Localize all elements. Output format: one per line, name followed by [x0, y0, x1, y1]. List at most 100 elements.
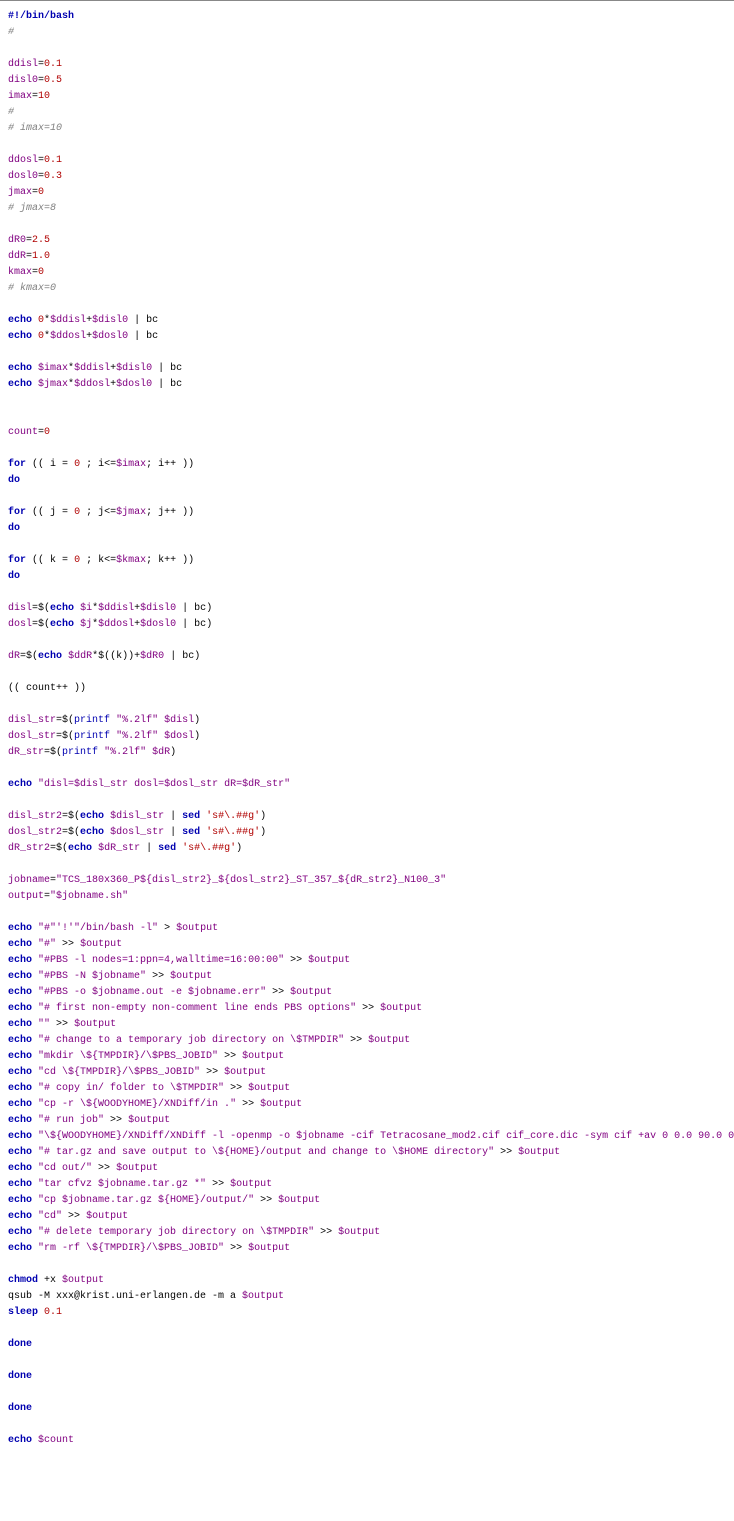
token-kw: echo — [8, 939, 32, 950]
token-str: "# change to a temporary job directory o… — [38, 1035, 344, 1046]
token-cmd: bc — [182, 651, 194, 662]
token-var: $output — [380, 1003, 422, 1014]
token-op: $( — [62, 731, 74, 742]
token-fn: printf — [74, 731, 110, 742]
token-sed: 's#\.##g' — [182, 843, 236, 854]
token-kw: echo — [8, 1243, 32, 1254]
token-var: dR_str2 — [8, 843, 50, 854]
token-var: $output — [368, 1035, 410, 1046]
token-var: $imax — [38, 363, 68, 374]
token-kw: chmod — [8, 1275, 38, 1286]
token-op: $( — [62, 715, 74, 726]
token-sed: 's#\.##g' — [206, 811, 260, 822]
token-kw: echo — [8, 987, 32, 998]
token-cmd: >> — [146, 971, 170, 982]
token-cmd: | — [152, 363, 170, 374]
token-kw: echo — [8, 1067, 32, 1078]
token-op: ) — [260, 811, 266, 822]
token-cmd: count — [26, 683, 56, 694]
token-cmd: >> — [200, 1067, 224, 1078]
token-op: <= — [104, 459, 116, 470]
token-num: 0 — [38, 267, 44, 278]
token-cmd: (( j — [26, 507, 62, 518]
token-op: ) — [194, 715, 200, 726]
token-var: imax — [8, 91, 32, 102]
token-cmd: | — [176, 603, 194, 614]
token-kw: echo — [8, 1211, 32, 1222]
token-num: 10 — [38, 91, 50, 102]
token-cmd: >> — [254, 1195, 278, 1206]
token-var: $j — [80, 619, 92, 630]
token-var: $ddisl — [50, 315, 86, 326]
token-var: $disl_str — [74, 779, 128, 790]
token-kw: echo — [8, 779, 32, 790]
token-var: $jobname — [56, 891, 104, 902]
token-var: disl_str — [8, 715, 56, 726]
token-var: $i — [80, 603, 92, 614]
token-var: $output — [278, 1195, 320, 1206]
token-cmd: bc — [146, 331, 158, 342]
token-op: $( — [38, 603, 50, 614]
token-str: _ST_357_ — [290, 875, 338, 886]
token-var: ddisl — [8, 59, 38, 70]
token-var: $output — [290, 987, 332, 998]
token-var: $imax — [116, 459, 146, 470]
token-var: $ddisl — [98, 603, 134, 614]
token-kw: echo — [8, 1115, 32, 1126]
token-kw: echo — [50, 619, 74, 630]
token-str: _N100_3" — [398, 875, 446, 886]
token-op: ) — [206, 603, 212, 614]
token-kw: echo — [8, 363, 32, 374]
token-str: "# tar.gz and save output to \${HOME}/ou… — [38, 1147, 494, 1158]
token-op: $( — [50, 747, 62, 758]
token-cmd: ; j — [80, 507, 104, 518]
token-str: "#PBS -o $jobname.out -e $jobname.err" — [38, 987, 266, 998]
token-str: "#" — [38, 939, 56, 950]
token-kw: do — [8, 523, 20, 534]
token-num: 0 — [38, 187, 44, 198]
token-num: 0.1 — [44, 155, 62, 166]
token-var: $output — [62, 1275, 104, 1286]
token-str: "tar cfvz $jobname.tar.gz *" — [38, 1179, 206, 1190]
token-cmd: ; k — [146, 555, 164, 566]
token-var: $output — [86, 1211, 128, 1222]
token-cmd: | — [164, 811, 182, 822]
token-kw: echo — [8, 1051, 32, 1062]
token-var: ddR — [8, 251, 26, 262]
token-cmd: ; k — [80, 555, 104, 566]
token-var: $dR_str — [242, 779, 284, 790]
token-cmd: ; j — [146, 507, 164, 518]
token-var: $disl0 — [92, 315, 128, 326]
token-cmt: # — [8, 107, 14, 118]
token-op: ) — [206, 619, 212, 630]
token-var: $output — [230, 1179, 272, 1190]
token-kw: done — [8, 1339, 32, 1350]
token-var: $ddosl — [50, 331, 86, 342]
token-var: jobname — [8, 875, 50, 886]
token-var: $dR — [152, 747, 170, 758]
token-var: $dosl0 — [140, 619, 176, 630]
token-str: "%.2lf" — [116, 715, 158, 726]
token-var: $output — [128, 1115, 170, 1126]
token-str: "cd \${TMPDIR}/\$PBS_JOBID" — [38, 1067, 200, 1078]
token-var: $output — [170, 971, 212, 982]
token-var: $output — [338, 1227, 380, 1238]
token-fn: printf — [74, 715, 110, 726]
token-cmd: bc — [146, 315, 158, 326]
token-var: $output — [248, 1243, 290, 1254]
token-cmd: >> — [206, 1179, 230, 1190]
token-cmt: # — [8, 27, 14, 38]
token-cmd: >> — [224, 1083, 248, 1094]
token-cmd: >> — [356, 1003, 380, 1014]
token-str: "disl= — [38, 779, 74, 790]
token-cmd: ; i — [146, 459, 164, 470]
token-var: $ddR — [68, 651, 92, 662]
token-op: ) — [194, 651, 200, 662]
token-kw: echo — [8, 1163, 32, 1174]
token-kw: echo — [8, 1035, 32, 1046]
token-shb: #!/bin/bash — [8, 11, 74, 22]
token-var: ${dosl_str2} — [218, 875, 290, 886]
token-var: disl — [8, 603, 32, 614]
token-var: $dosl_str — [164, 779, 218, 790]
token-kw: sleep — [8, 1307, 38, 1318]
